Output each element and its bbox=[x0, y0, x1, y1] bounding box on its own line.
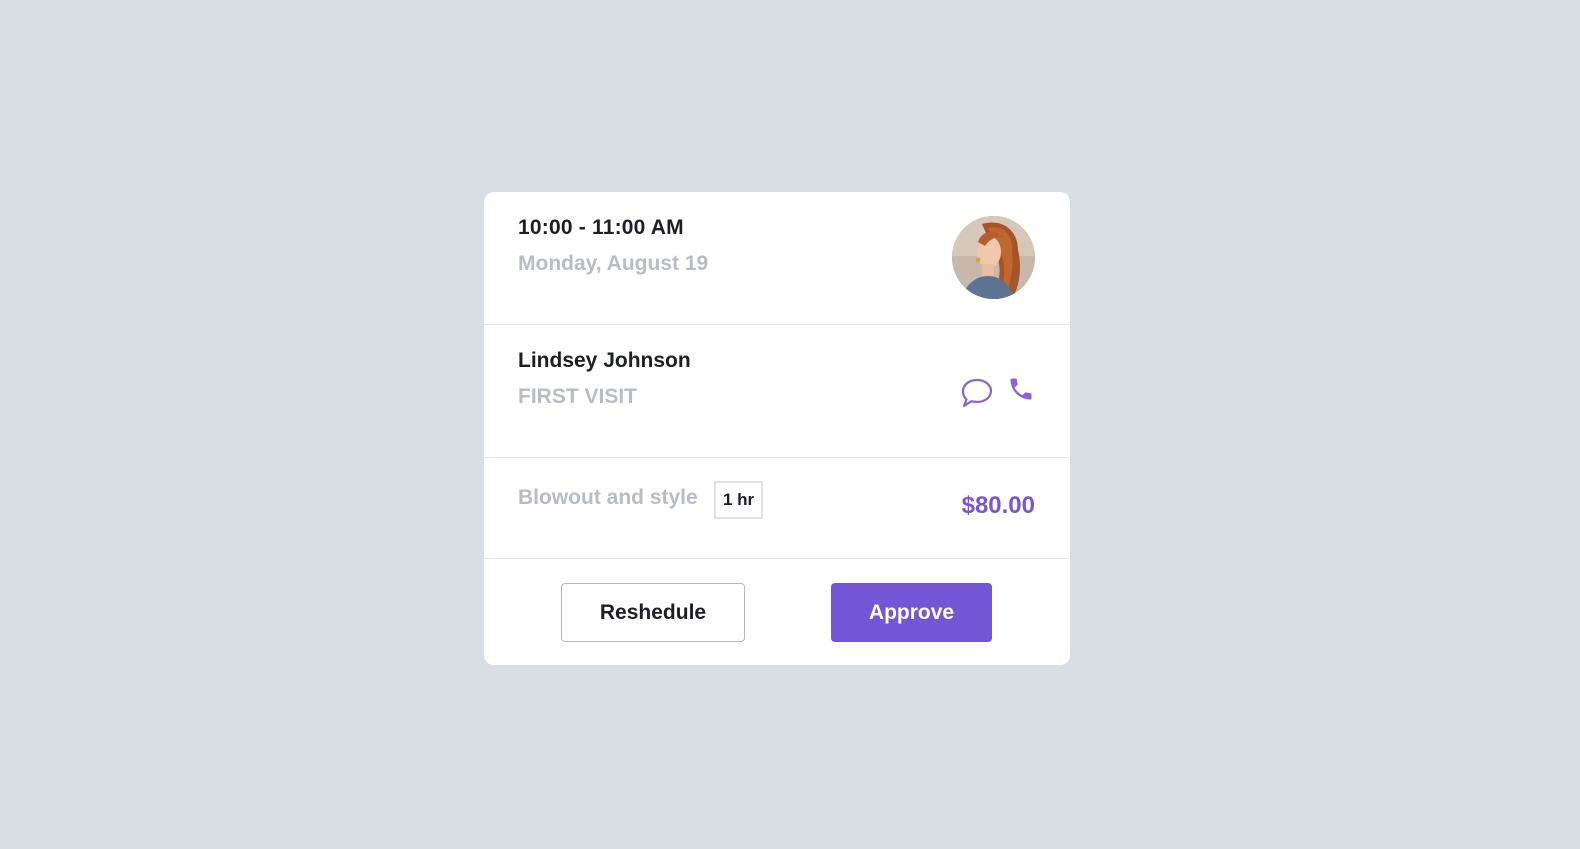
appointment-card: 10:00 - 11:00 AM Monday, August 19 Linds… bbox=[484, 192, 1070, 665]
approve-button[interactable]: Approve bbox=[831, 583, 992, 642]
service-section: Blowout and style 1 hr $80.00 bbox=[484, 458, 1070, 559]
client-section: Lindsey Johnson FIRST VISIT bbox=[484, 325, 1070, 458]
actions-section: Reshedule Approve bbox=[484, 559, 1070, 665]
appointment-time: 10:00 - 11:00 AM bbox=[518, 216, 684, 239]
appointment-date: Monday, August 19 bbox=[518, 252, 709, 275]
phone-icon[interactable] bbox=[1007, 375, 1035, 403]
avatar-photo bbox=[952, 216, 1035, 299]
chat-bubble-icon[interactable] bbox=[960, 377, 994, 409]
client-name: Lindsey Johnson bbox=[518, 349, 691, 372]
service-price: $80.00 bbox=[961, 492, 1035, 519]
client-avatar bbox=[952, 216, 1035, 299]
appointment-time-section: 10:00 - 11:00 AM Monday, August 19 bbox=[484, 192, 1070, 325]
visit-type-label: FIRST VISIT bbox=[518, 385, 638, 408]
duration-badge: 1 hr bbox=[714, 481, 764, 519]
reschedule-button[interactable]: Reshedule bbox=[561, 583, 745, 642]
service-name: Blowout and style bbox=[518, 486, 698, 509]
